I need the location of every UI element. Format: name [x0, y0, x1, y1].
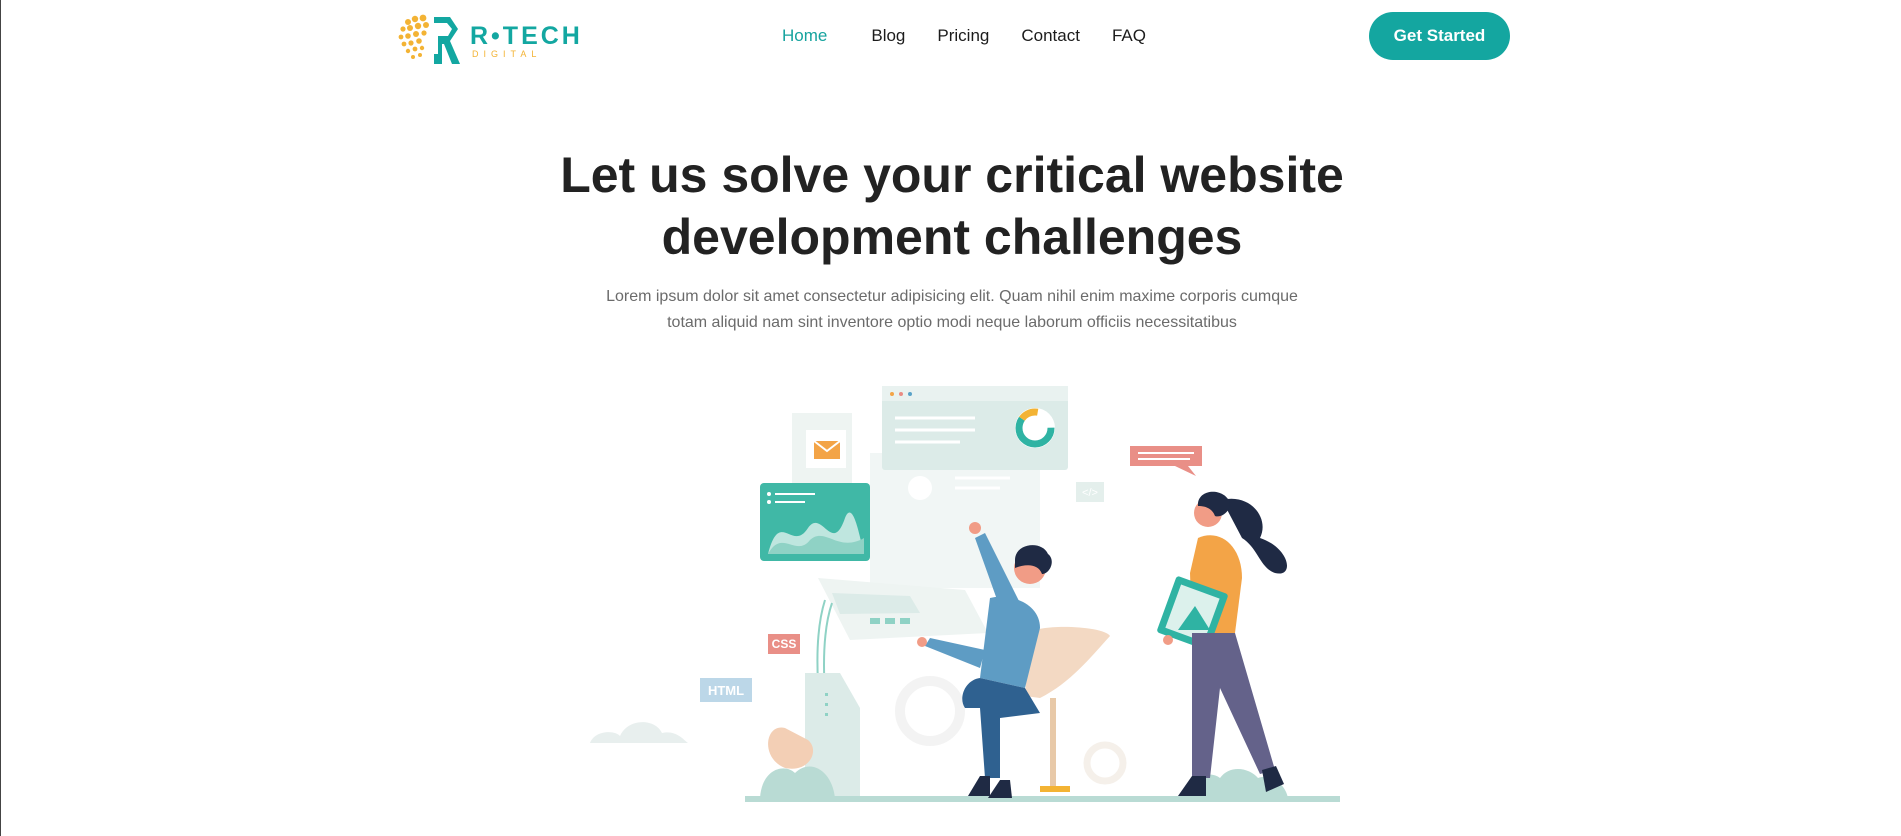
- mail-card-graphic: [806, 430, 846, 468]
- hero-title: Let us solve your critical website devel…: [500, 144, 1404, 268]
- ground-line: [745, 796, 1340, 802]
- brand-wordmark: R•TECH DIGITAL: [470, 22, 583, 60]
- brand-logo-mark-icon: [398, 14, 460, 64]
- gear-icon: [1083, 741, 1127, 785]
- woman-figure: [1157, 491, 1287, 796]
- nav-pricing[interactable]: Pricing: [937, 24, 989, 48]
- code-tag-label: </>: [1082, 487, 1098, 499]
- bg-circle: [908, 476, 932, 500]
- nav-home[interactable]: Home: [782, 24, 827, 48]
- cloud-graphic: [590, 722, 688, 743]
- hero-subtitle-line-2: totam aliquid nam sint inventore optio m…: [667, 314, 1237, 331]
- analytics-card-graphic: [760, 483, 870, 561]
- hero-title-line-2: development challenges: [661, 209, 1243, 265]
- workstation-graphic: [805, 578, 988, 798]
- speech-bubble-graphic: [1130, 446, 1202, 476]
- hero-title-line-1: Let us solve your critical website: [560, 147, 1344, 203]
- css-tag-label: CSS: [772, 637, 797, 651]
- main-nav: Home Blog Pricing Contact FAQ: [782, 24, 1178, 48]
- hero-subtitle-line-1: Lorem ipsum dolor sit amet consectetur a…: [606, 288, 1298, 305]
- hero-illustration: </> CSS HTML: [590, 386, 1340, 802]
- nav-contact[interactable]: Contact: [1021, 24, 1080, 48]
- brand-tagline: DIGITAL: [472, 49, 542, 59]
- hero-subtitle: Lorem ipsum dolor sit amet consectetur a…: [600, 284, 1304, 336]
- get-started-button[interactable]: Get Started: [1369, 12, 1510, 60]
- brand-logo[interactable]: R•TECH DIGITAL: [398, 14, 608, 70]
- code-tag-graphic: </>: [1076, 482, 1104, 502]
- nav-faq[interactable]: FAQ: [1112, 24, 1146, 48]
- gear-icon: [895, 676, 965, 746]
- top-navbar: R•TECH DIGITAL Home Blog Pricing Contact…: [0, 0, 1901, 74]
- nav-blog[interactable]: Blog: [871, 24, 905, 48]
- brand-name: R•TECH: [470, 22, 583, 50]
- page-left-border: [0, 0, 1, 836]
- html-tag-label: HTML: [708, 683, 744, 698]
- browser-window-graphic: [882, 386, 1068, 470]
